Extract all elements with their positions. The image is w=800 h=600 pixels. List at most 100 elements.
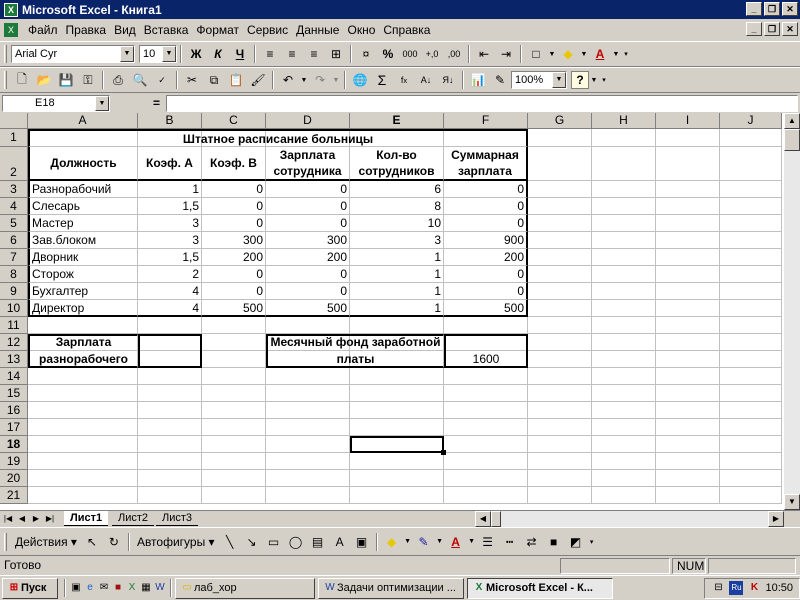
table-cell[interactable]: 1,5	[138, 198, 202, 215]
cell[interactable]	[444, 419, 528, 436]
cell[interactable]	[202, 453, 266, 470]
cell[interactable]	[266, 470, 350, 487]
doc-restore-button[interactable]: ❐	[764, 22, 780, 36]
row-header[interactable]: 8	[0, 266, 28, 283]
help-button[interactable]: ?	[571, 71, 589, 89]
textbox-icon[interactable]: ▤	[307, 531, 329, 553]
table-cell[interactable]: 200	[444, 249, 528, 266]
cell[interactable]	[656, 487, 720, 504]
cell[interactable]	[202, 351, 266, 368]
align-center-icon[interactable]: ≡	[281, 43, 303, 65]
3d-icon[interactable]: ◩	[565, 531, 587, 553]
cut-icon[interactable]: ✂	[181, 69, 203, 91]
table-cell[interactable]: 500	[202, 300, 266, 317]
start-button[interactable]: ⊞ Пуск	[2, 577, 58, 599]
column-title[interactable]: Кол-во сотрудников	[350, 147, 444, 181]
wage-input-cell[interactable]	[138, 334, 202, 368]
cell[interactable]	[720, 334, 782, 351]
cell[interactable]	[720, 402, 782, 419]
table-cell[interactable]: 1	[350, 266, 444, 283]
cell[interactable]	[138, 368, 202, 385]
cell[interactable]	[656, 129, 720, 147]
menu-help[interactable]: Справка	[379, 23, 434, 37]
taskbar-button-excel[interactable]: X Microsoft Excel - К...	[467, 577, 613, 599]
menu-data[interactable]: Данные	[292, 23, 343, 37]
line-color-icon[interactable]: ✎	[413, 531, 435, 553]
align-right-icon[interactable]: ≡	[303, 43, 325, 65]
cell[interactable]	[28, 368, 138, 385]
cell[interactable]	[528, 334, 592, 351]
cell[interactable]	[28, 470, 138, 487]
save-icon[interactable]: 💾	[55, 69, 77, 91]
cell[interactable]	[720, 368, 782, 385]
print-preview-icon[interactable]: 🔍	[129, 69, 151, 91]
column-header[interactable]: J	[720, 113, 782, 129]
table-cell[interactable]: 6	[350, 181, 444, 198]
sheet-tab-2[interactable]: Лист2	[112, 511, 155, 526]
drawing-icon[interactable]: ✎	[489, 69, 511, 91]
cell[interactable]	[720, 351, 782, 368]
chevron-down-icon[interactable]: ▼	[589, 69, 599, 91]
cell[interactable]	[656, 419, 720, 436]
scroll-thumb[interactable]	[491, 511, 501, 527]
scroll-down-icon[interactable]: ▼	[784, 494, 800, 510]
cell[interactable]	[528, 300, 592, 317]
cell[interactable]	[202, 334, 266, 351]
cell[interactable]	[656, 351, 720, 368]
network-icon[interactable]: ⊟	[711, 581, 725, 595]
cell[interactable]	[444, 317, 528, 334]
cell[interactable]	[592, 419, 656, 436]
taskbar-button-folder[interactable]: ▭ лаб_хор	[175, 577, 315, 599]
row-header[interactable]: 10	[0, 300, 28, 317]
row-header[interactable]: 13	[0, 351, 28, 368]
table-cell[interactable]: 0	[444, 198, 528, 215]
cell[interactable]	[528, 232, 592, 249]
internet-explorer-icon[interactable]: e	[83, 581, 97, 595]
dash-style-icon[interactable]: ┅	[499, 531, 521, 553]
table-title[interactable]: Штатное расписание больницы	[28, 129, 528, 147]
cell[interactable]	[592, 266, 656, 283]
cell[interactable]	[592, 334, 656, 351]
fill-color-icon[interactable]: ◆	[381, 531, 403, 553]
font-size-select[interactable]: 10 ▼	[139, 45, 177, 63]
cell[interactable]	[444, 470, 528, 487]
chevron-down-icon[interactable]: ▼	[120, 46, 134, 62]
select-pointer-icon[interactable]: ↖	[81, 531, 103, 553]
cell[interactable]	[528, 317, 592, 334]
spreadsheet-grid[interactable]: A B C D E F G H I J 1 2 3 4 5 6 7 8 9 10 11 12 13 14 15 16 17 18 19 2…	[0, 113, 784, 510]
table-cell[interactable]: 0	[202, 198, 266, 215]
vertical-scrollbar[interactable]: ▲ ▼	[784, 113, 800, 510]
table-cell[interactable]: 500	[266, 300, 350, 317]
print-icon[interactable]: ⎙	[107, 69, 129, 91]
cell[interactable]	[444, 453, 528, 470]
cell[interactable]	[592, 147, 656, 181]
word-icon[interactable]: W	[153, 581, 167, 595]
table-cell[interactable]: Дворник	[28, 249, 138, 266]
cell[interactable]	[528, 487, 592, 504]
chevron-down-icon[interactable]: ▼	[435, 531, 445, 553]
autoshapes-menu[interactable]: Автофигуры ▾	[133, 535, 219, 549]
draw-actions-menu[interactable]: Действия ▾	[11, 535, 81, 549]
cell[interactable]	[720, 283, 782, 300]
cell[interactable]	[656, 283, 720, 300]
borders-icon[interactable]: □	[525, 43, 547, 65]
increase-decimal-icon[interactable]: +,0	[421, 43, 443, 65]
cell[interactable]	[350, 453, 444, 470]
column-title[interactable]: Суммарная зарплата	[444, 147, 528, 181]
cell[interactable]	[656, 249, 720, 266]
cell[interactable]	[202, 402, 266, 419]
formula-equals[interactable]: =	[110, 96, 166, 110]
cell[interactable]	[592, 300, 656, 317]
cell[interactable]	[656, 402, 720, 419]
wage-label[interactable]: Зарплата разнорабочего	[28, 334, 138, 368]
bold-button[interactable]: Ж	[185, 43, 207, 65]
next-sheet-icon[interactable]: ▶	[30, 512, 42, 525]
decrease-decimal-icon[interactable]: ,00	[443, 43, 465, 65]
sort-ascending-icon[interactable]: А↓	[415, 69, 437, 91]
chevron-down-icon[interactable]: ▼	[467, 531, 477, 553]
menu-file[interactable]: Файл	[24, 23, 62, 37]
cell[interactable]	[138, 470, 202, 487]
chevron-down-icon[interactable]: ▼	[162, 46, 176, 62]
fund-value[interactable]: 1600	[444, 334, 528, 368]
table-cell[interactable]: 0	[444, 215, 528, 232]
